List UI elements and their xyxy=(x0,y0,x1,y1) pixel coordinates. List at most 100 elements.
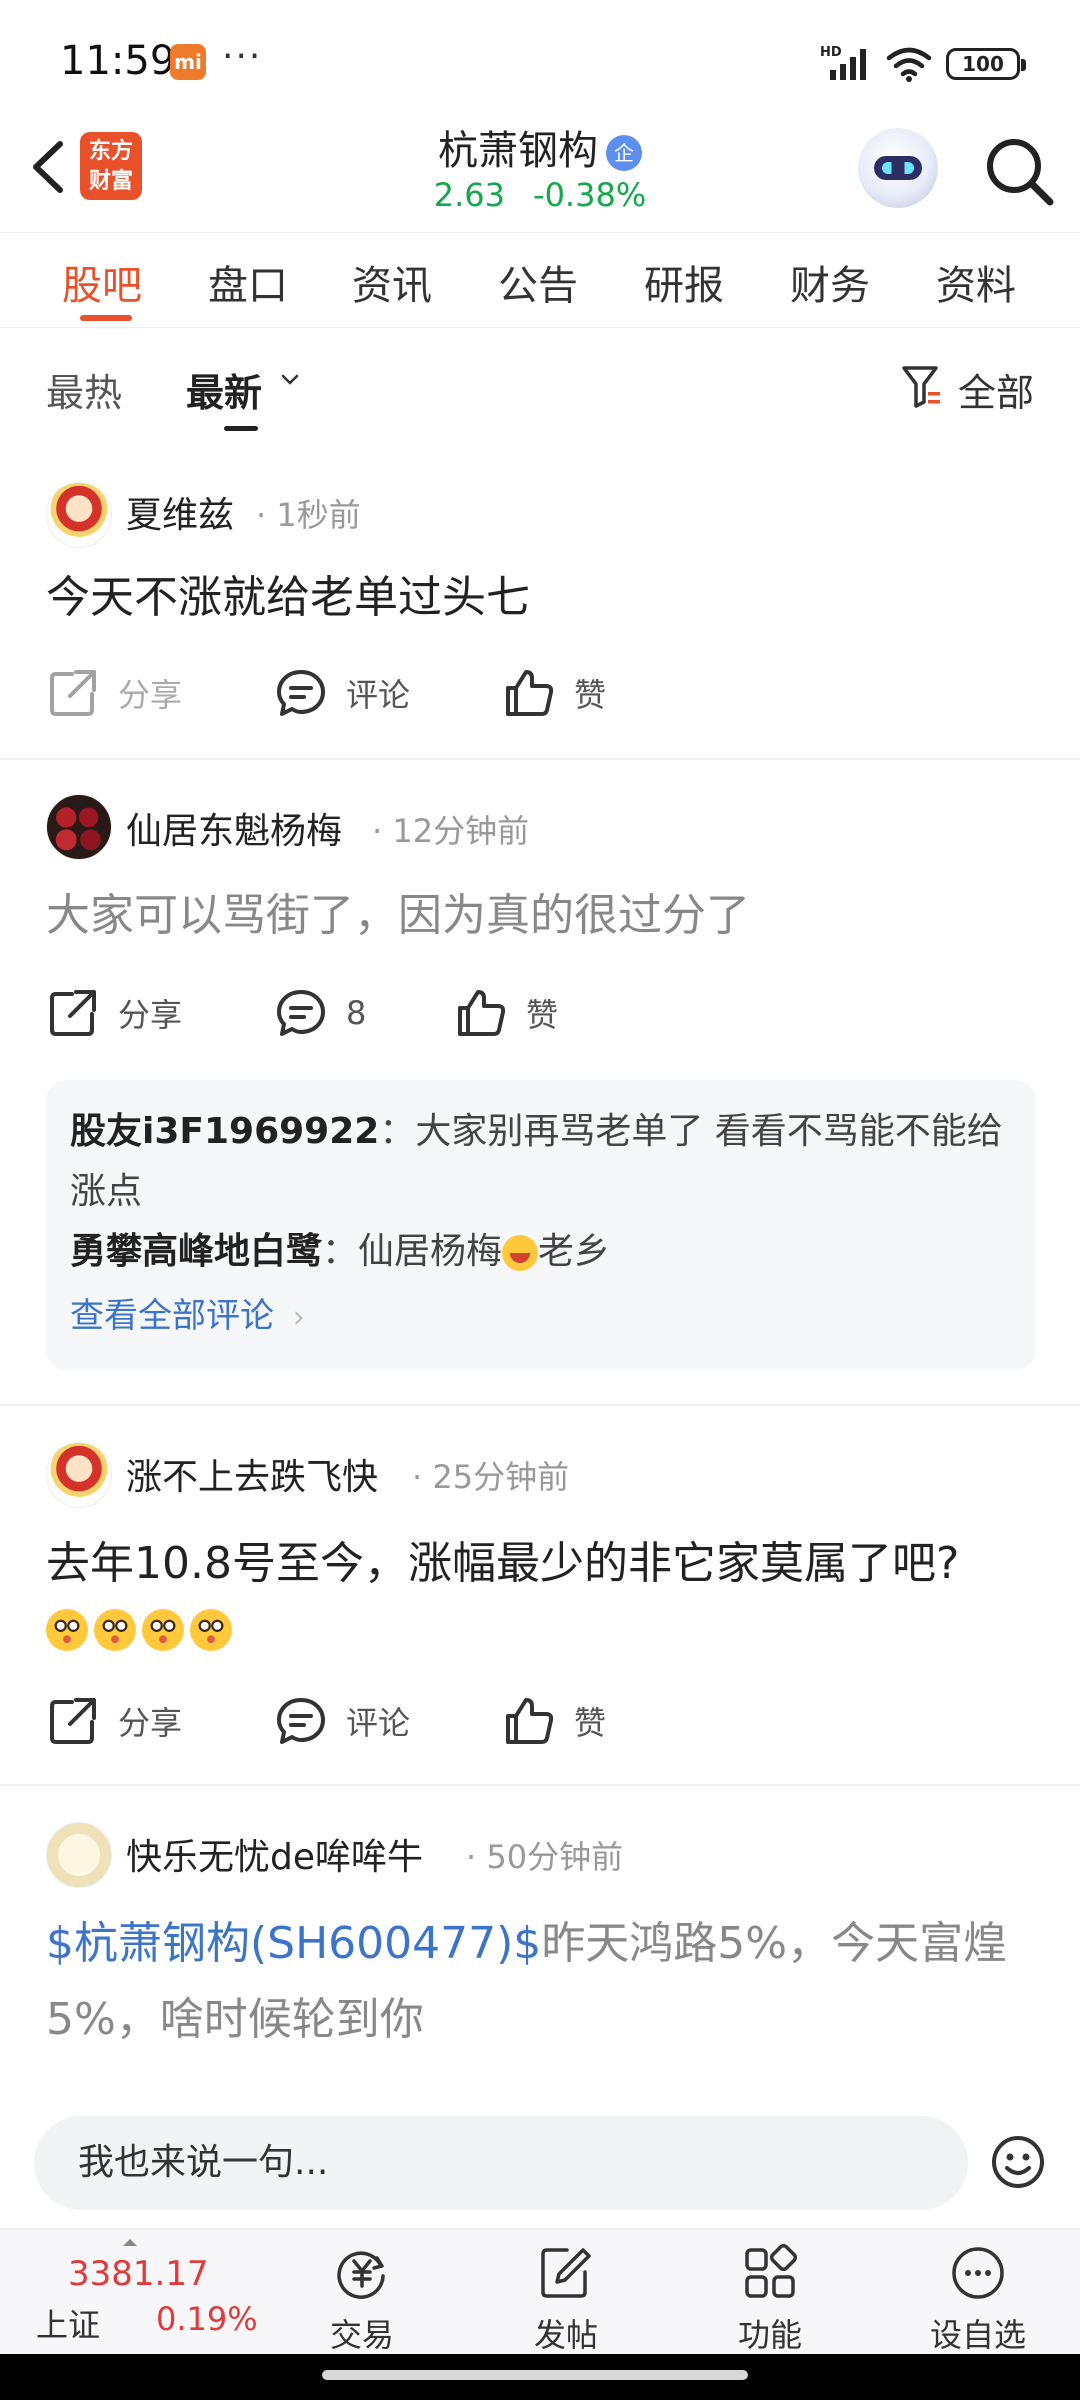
grid-functions-icon xyxy=(745,2244,798,2298)
post-author[interactable]: 仙居东魁杨梅 xyxy=(126,802,342,854)
post-card[interactable]: 仙居东魁杨梅 · 12分钟前 大家可以骂街了，因为真的很过分了 分享 8 赞 股… xyxy=(0,760,1080,1406)
tab-profile[interactable]: 资料 xyxy=(936,253,1016,311)
tab-guba[interactable]: 股吧 xyxy=(62,253,142,311)
bottom-navigation: 3381.17 上证 0.19% 交易 发帖 功能 设自选 xyxy=(0,2228,1080,2354)
emoji-picker-icon[interactable] xyxy=(990,2134,1046,2190)
stock-price: 2.63 xyxy=(433,176,506,214)
post-actions: 分享 评论 赞 xyxy=(0,658,1080,728)
search-icon[interactable] xyxy=(980,132,1060,212)
share-button[interactable]: 分享 xyxy=(46,1686,182,1756)
sh-index-change[interactable]: 0.19% xyxy=(156,2300,258,2338)
tab-pankou[interactable]: 盘口 xyxy=(208,253,288,311)
stock-mention-link[interactable]: $杭萧钢构(SH600477)$ xyxy=(46,1918,541,1969)
sort-newest[interactable]: 最新 xyxy=(186,362,262,417)
post-content[interactable]: 去年10.8号至今，涨幅最少的非它家莫属了吧? xyxy=(46,1526,1040,1654)
chevron-up-icon[interactable] xyxy=(120,2236,140,2248)
share-button[interactable]: 分享 xyxy=(46,978,182,1048)
chevron-down-icon[interactable] xyxy=(278,368,302,392)
nav-post-label: 发帖 xyxy=(533,2316,598,2354)
stock-name: 杭萧钢构 xyxy=(438,128,598,174)
stock-change: -0.38% xyxy=(533,176,647,214)
post-author[interactable]: 快乐无忧de哞哞牛 xyxy=(126,1828,423,1880)
view-all-comments-link[interactable]: 查看全部评论 › xyxy=(70,1288,1012,1346)
like-label: 赞 xyxy=(526,996,559,1034)
comment-button[interactable]: 评论 xyxy=(274,658,410,728)
like-label: 赞 xyxy=(574,1704,607,1742)
post-card[interactable]: 涨不上去跌飞快 · 25分钟前 去年10.8号至今，涨幅最少的非它家莫属了吧? … xyxy=(0,1406,1080,1786)
avatar[interactable] xyxy=(46,1822,112,1888)
flushed-emoji-icon xyxy=(94,1609,136,1651)
like-button[interactable]: 赞 xyxy=(502,1686,606,1756)
sh-index-label[interactable]: 上证 xyxy=(36,2300,100,2346)
post-author[interactable]: 涨不上去跌飞快 xyxy=(126,1448,378,1500)
more-notifications-icon: ··· xyxy=(222,36,263,77)
status-bar: 11:59 mi ··· HD 100 xyxy=(0,0,1080,120)
thumbs-up-icon xyxy=(506,670,554,716)
signal-icon: HD xyxy=(820,45,866,80)
more-circle-icon xyxy=(952,2247,1004,2299)
comment-icon xyxy=(277,670,325,716)
avatar[interactable] xyxy=(46,482,112,548)
comment-text-tail: 老乡 xyxy=(538,1231,611,1272)
tab-news[interactable]: 资讯 xyxy=(352,253,432,311)
post-time: · 12分钟前 xyxy=(372,812,530,850)
like-label: 赞 xyxy=(574,676,607,714)
sort-filter-bar: 最热 最新 全部 xyxy=(0,328,1080,438)
comment-author[interactable]: 勇攀高峰地白鹭 xyxy=(70,1231,322,1272)
like-button[interactable]: 赞 xyxy=(454,978,558,1048)
comment-label: 评论 xyxy=(346,676,411,714)
ai-assistant-avatar-icon[interactable] xyxy=(858,128,938,208)
comment-button[interactable]: 8 xyxy=(274,978,366,1048)
post-content[interactable]: $杭萧钢构(SH600477)$昨天鸿路5%，今天富煌5%，啥时候轮到你 xyxy=(46,1906,1040,2058)
battery-icon: 100 xyxy=(946,48,1026,80)
comment-preview[interactable]: 股友i3F1969922：大家别再骂老单了 看看不骂能不能给涨点 勇攀高峰地白鹭… xyxy=(46,1080,1036,1370)
tab-announcements[interactable]: 公告 xyxy=(498,253,578,311)
nav-post[interactable]: 发帖 xyxy=(496,2244,636,2356)
active-tab-indicator xyxy=(80,315,132,321)
status-time: 11:59 xyxy=(60,38,176,84)
post-content[interactable]: 大家可以骂街了，因为真的很过分了 xyxy=(46,878,1040,954)
edit-post-icon xyxy=(541,2248,591,2298)
flushed-emoji-icon xyxy=(46,1609,88,1651)
post-content[interactable]: 今天不涨就给老单过头七 xyxy=(46,560,1040,636)
nav-trade-label: 交易 xyxy=(329,2316,394,2354)
filter-all[interactable]: 全部 xyxy=(958,362,1034,417)
share-icon xyxy=(50,990,96,1036)
network-type-label: HD xyxy=(820,45,842,60)
post-actions: 分享 评论 赞 xyxy=(0,1686,1080,1756)
sort-active-indicator xyxy=(224,426,258,431)
avatar[interactable] xyxy=(46,794,112,860)
comment-author[interactable]: 股友i3F1969922 xyxy=(70,1111,379,1152)
status-icons: HD 100 xyxy=(820,44,1026,84)
nav-trade[interactable]: 交易 xyxy=(292,2244,432,2356)
comment-button[interactable]: 评论 xyxy=(274,1686,410,1756)
share-button[interactable]: 分享 xyxy=(46,658,182,728)
reply-bar: 我也来说一句... xyxy=(0,2096,1080,2228)
chevron-right-icon: › xyxy=(292,1300,305,1335)
filter-funnel-icon[interactable] xyxy=(900,362,944,410)
sort-hottest[interactable]: 最热 xyxy=(46,362,122,417)
post-author[interactable]: 夏维兹 xyxy=(126,486,234,538)
tab-research[interactable]: 研报 xyxy=(644,253,724,311)
nav-functions[interactable]: 功能 xyxy=(700,2244,840,2356)
post-card[interactable]: 快乐无忧de哞哞牛 · 50分钟前 $杭萧钢构(SH600477)$昨天鸿路5%… xyxy=(0,1786,1080,2096)
share-label: 分享 xyxy=(118,996,183,1034)
sh-index-value[interactable]: 3381.17 xyxy=(68,2254,209,2294)
post-input[interactable]: 我也来说一句... xyxy=(34,2116,968,2210)
comment-text: ：仙居杨梅 xyxy=(322,1231,503,1272)
post-card[interactable]: 夏维兹 · 1秒前 今天不涨就给老单过头七 分享 评论 赞 xyxy=(0,438,1080,760)
like-button[interactable]: 赞 xyxy=(502,658,606,728)
home-indicator[interactable] xyxy=(322,2370,748,2380)
avatar[interactable] xyxy=(46,1442,112,1508)
share-icon xyxy=(50,670,96,716)
comment-item: 股友i3F1969922：大家别再骂老单了 看看不骂能不能给涨点 xyxy=(70,1102,1012,1222)
tab-finance[interactable]: 财务 xyxy=(790,253,870,311)
laughing-emoji-icon xyxy=(502,1235,539,1271)
wifi-icon xyxy=(886,47,932,82)
flushed-emoji-icon xyxy=(142,1609,184,1651)
nav-watchlist[interactable]: 设自选 xyxy=(908,2244,1048,2356)
comment-item: 勇攀高峰地白鹭：仙居杨梅 老乡 xyxy=(70,1222,1012,1282)
post-actions: 分享 8 赞 xyxy=(0,978,1080,1048)
comment-icon xyxy=(277,1698,325,1744)
yen-trade-icon xyxy=(337,2251,385,2299)
